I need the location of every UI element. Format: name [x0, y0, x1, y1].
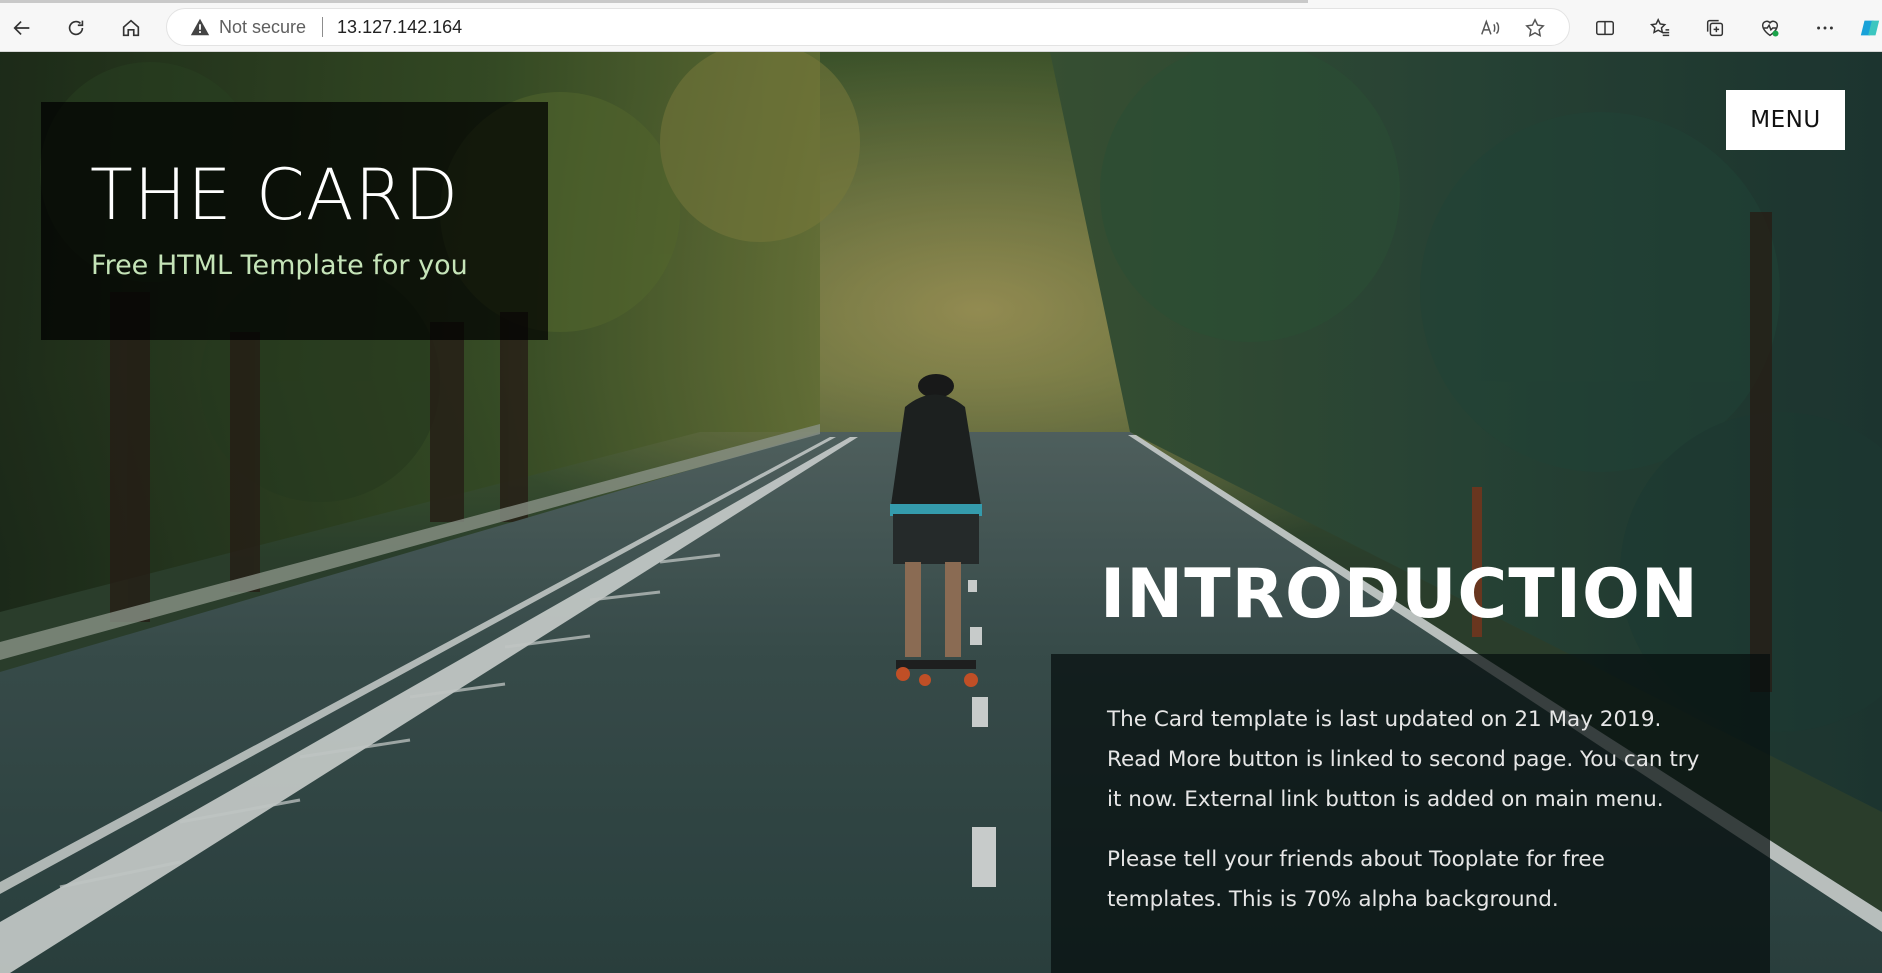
read-aloud-icon[interactable] [1477, 15, 1503, 41]
brand-panel: THE CARD Free HTML Template for you [41, 102, 548, 340]
menu-button[interactable]: MENU [1726, 90, 1845, 150]
copilot-icon[interactable] [1858, 12, 1882, 44]
intro-panel: The Card template is last updated on 21 … [1051, 654, 1770, 973]
url-text[interactable]: 13.127.142.164 [337, 17, 462, 38]
tab-loading-bar [0, 0, 1308, 3]
intro-heading: INTRODUCTION [1100, 555, 1699, 634]
address-separator [322, 17, 324, 37]
security-label[interactable]: Not secure [219, 17, 306, 38]
intro-paragraph-1: The Card template is last updated on 21 … [1107, 707, 1700, 812]
intro-paragraph-2: Please tell your friends about Tooplate … [1107, 847, 1605, 912]
site-title[interactable]: THE CARD [90, 154, 459, 236]
home-icon[interactable] [113, 10, 149, 46]
favorites-icon[interactable] [1644, 12, 1676, 44]
star-icon[interactable] [1522, 15, 1548, 41]
page-content: THE CARD Free HTML Template for you MENU… [0, 52, 1882, 973]
collections-icon[interactable] [1699, 12, 1731, 44]
browser-toolbar: Not secure 13.127.142.164 [0, 0, 1882, 52]
back-arrow-icon[interactable] [4, 10, 40, 46]
address-bar[interactable]: Not secure 13.127.142.164 [166, 8, 1570, 46]
more-dots-icon[interactable] [1809, 12, 1841, 44]
refresh-icon[interactable] [58, 10, 94, 46]
warning-triangle-icon [189, 16, 211, 38]
split-screen-icon[interactable] [1589, 12, 1621, 44]
heart-pulse-icon[interactable] [1754, 12, 1786, 44]
site-subtitle: Free HTML Template for you [91, 250, 468, 281]
